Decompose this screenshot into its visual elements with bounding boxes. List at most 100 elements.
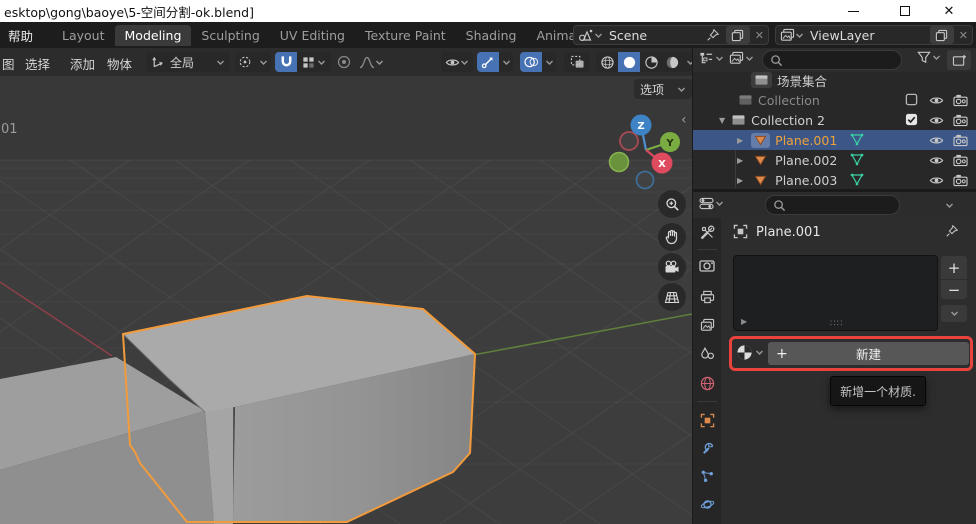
copy-icon[interactable]: [726, 26, 750, 44]
perspective-toggle-button[interactable]: [658, 283, 686, 311]
eye-icon[interactable]: [929, 153, 944, 168]
gizmo-neg-x-ball[interactable]: [620, 132, 638, 150]
shading-material-button[interactable]: [640, 52, 662, 72]
sidebar-toggle-arrow[interactable]: ‹: [681, 112, 687, 128]
row-label[interactable]: Collection 2: [751, 113, 825, 128]
disclosure-collapsed-icon[interactable]: ▶: [737, 136, 743, 145]
gizmos-dropdown[interactable]: [499, 52, 513, 72]
row-label[interactable]: Plane.001: [775, 133, 837, 148]
outliner-search-input[interactable]: [762, 50, 902, 70]
checkbox-checked-icon[interactable]: [905, 113, 918, 126]
pivot-point-dropdown[interactable]: [235, 52, 271, 72]
maximize-button[interactable]: [890, 0, 920, 22]
viewport-canvas[interactable]: Z Y X: [0, 76, 692, 524]
row-label[interactable]: Collection: [758, 93, 820, 108]
shading-dropdown[interactable]: [683, 52, 692, 72]
object-menu[interactable]: 物体: [101, 54, 138, 73]
eye-icon[interactable]: [929, 133, 944, 148]
properties-menu-icon[interactable]: [945, 201, 954, 210]
outliner-row-scene-collection[interactable]: 场景集合: [693, 70, 976, 90]
eye-icon[interactable]: [929, 113, 944, 128]
move-view-button[interactable]: [658, 223, 686, 251]
overlays-dropdown[interactable]: [542, 52, 556, 72]
row-label[interactable]: Plane.002: [775, 153, 837, 168]
zoom-button[interactable]: [658, 190, 686, 218]
toggle-xray-button[interactable]: [564, 52, 590, 72]
disclosure-collapsed-icon[interactable]: ▶: [737, 176, 743, 185]
transform-orientation-dropdown[interactable]: 全局: [146, 52, 230, 72]
gizmo-neg-y-ball[interactable]: [610, 153, 629, 172]
mesh-data-icon[interactable]: [850, 133, 864, 146]
pin-icon[interactable]: [706, 28, 720, 42]
chevron-down-icon[interactable]: [594, 31, 603, 40]
tab-scene[interactable]: [699, 345, 715, 361]
row-label[interactable]: Plane.003: [775, 173, 837, 188]
proportional-editing-icon[interactable]: [337, 55, 351, 69]
gizmo-neg-z-ball[interactable]: [637, 172, 654, 189]
properties-search-input[interactable]: [765, 195, 900, 215]
camera-icon[interactable]: [953, 133, 968, 147]
view-menu[interactable]: 图: [0, 54, 21, 73]
tab-physics[interactable]: [699, 496, 715, 512]
tab-texture-paint[interactable]: Texture Paint: [355, 25, 456, 46]
camera-icon[interactable]: [953, 93, 968, 107]
tab-shading[interactable]: Shading: [456, 25, 527, 46]
material-slot-list[interactable]: ▶ ∷∷: [733, 255, 938, 331]
minimize-button[interactable]: [838, 0, 868, 22]
tab-object[interactable]: [699, 412, 715, 428]
tab-uv-editing[interactable]: UV Editing: [270, 25, 355, 46]
camera-icon[interactable]: [953, 173, 968, 187]
camera-icon[interactable]: [953, 113, 968, 127]
new-collection-button[interactable]: [947, 50, 971, 70]
filter-expand-icon[interactable]: ▶: [741, 317, 747, 326]
shading-solid-button[interactable]: [618, 52, 640, 72]
tab-render[interactable]: [699, 257, 715, 273]
help-menu[interactable]: 帮助: [2, 26, 39, 45]
visibility-dropdown[interactable]: [441, 52, 473, 72]
view-layer-selector[interactable]: ViewLayer ✕: [775, 25, 973, 45]
outliner-row-collection-2[interactable]: ▼ Collection 2: [693, 110, 976, 130]
chevron-down-icon[interactable]: [795, 31, 804, 40]
outliner-row-plane-002[interactable]: ▶ Plane.002: [693, 150, 976, 170]
scene-name[interactable]: Scene: [609, 28, 706, 43]
scene-selector[interactable]: Scene ✕: [573, 25, 769, 45]
slot-specials-button[interactable]: [941, 305, 967, 322]
outliner-row-collection[interactable]: Collection: [693, 90, 976, 110]
shading-wireframe-button[interactable]: [596, 52, 618, 72]
row-label[interactable]: 场景集合: [777, 71, 827, 90]
close-button[interactable]: ✕: [934, 0, 964, 22]
outliner-row-plane-001[interactable]: ▶ Plane.001: [693, 130, 976, 150]
close-icon[interactable]: ✕: [755, 29, 764, 42]
snap-with-dropdown[interactable]: [297, 52, 331, 72]
tab-tool[interactable]: [699, 225, 715, 241]
shading-rendered-button[interactable]: [662, 52, 683, 72]
disclosure-collapsed-icon[interactable]: ▶: [737, 156, 743, 165]
tab-modifiers[interactable]: [699, 440, 715, 456]
eye-icon[interactable]: [929, 93, 944, 108]
show-gizmos-toggle[interactable]: [477, 52, 499, 72]
camera-view-button[interactable]: [658, 253, 686, 281]
display-mode-button[interactable]: [729, 51, 754, 65]
tab-view-layer[interactable]: [699, 317, 715, 333]
show-overlays-toggle[interactable]: [520, 52, 542, 72]
falloff-dropdown[interactable]: [356, 52, 386, 72]
editor-type-button[interactable]: [699, 51, 724, 65]
remove-slot-button[interactable]: −: [941, 280, 967, 299]
breadcrumb[interactable]: Plane.001: [756, 225, 821, 240]
new-material-button[interactable]: + 新建: [768, 342, 969, 365]
checkbox-unchecked-icon[interactable]: [905, 93, 918, 106]
tab-modeling[interactable]: Modeling: [115, 25, 192, 46]
mesh-data-icon[interactable]: [850, 153, 864, 166]
camera-icon[interactable]: [953, 153, 968, 167]
material-browse-dropdown[interactable]: [736, 344, 764, 361]
tab-particles[interactable]: [699, 468, 715, 484]
outliner-row-plane-003[interactable]: ▶ Plane.003: [693, 170, 976, 189]
tab-layout[interactable]: Layout: [52, 25, 115, 46]
editor-type-button[interactable]: [699, 197, 724, 210]
copy-icon[interactable]: [930, 26, 954, 44]
select-menu[interactable]: 选择: [19, 54, 56, 73]
mesh-data-icon[interactable]: [850, 173, 864, 186]
add-menu[interactable]: 添加: [64, 54, 101, 73]
resize-grip-icon[interactable]: ∷∷: [830, 320, 843, 329]
tab-world[interactable]: [699, 375, 715, 391]
